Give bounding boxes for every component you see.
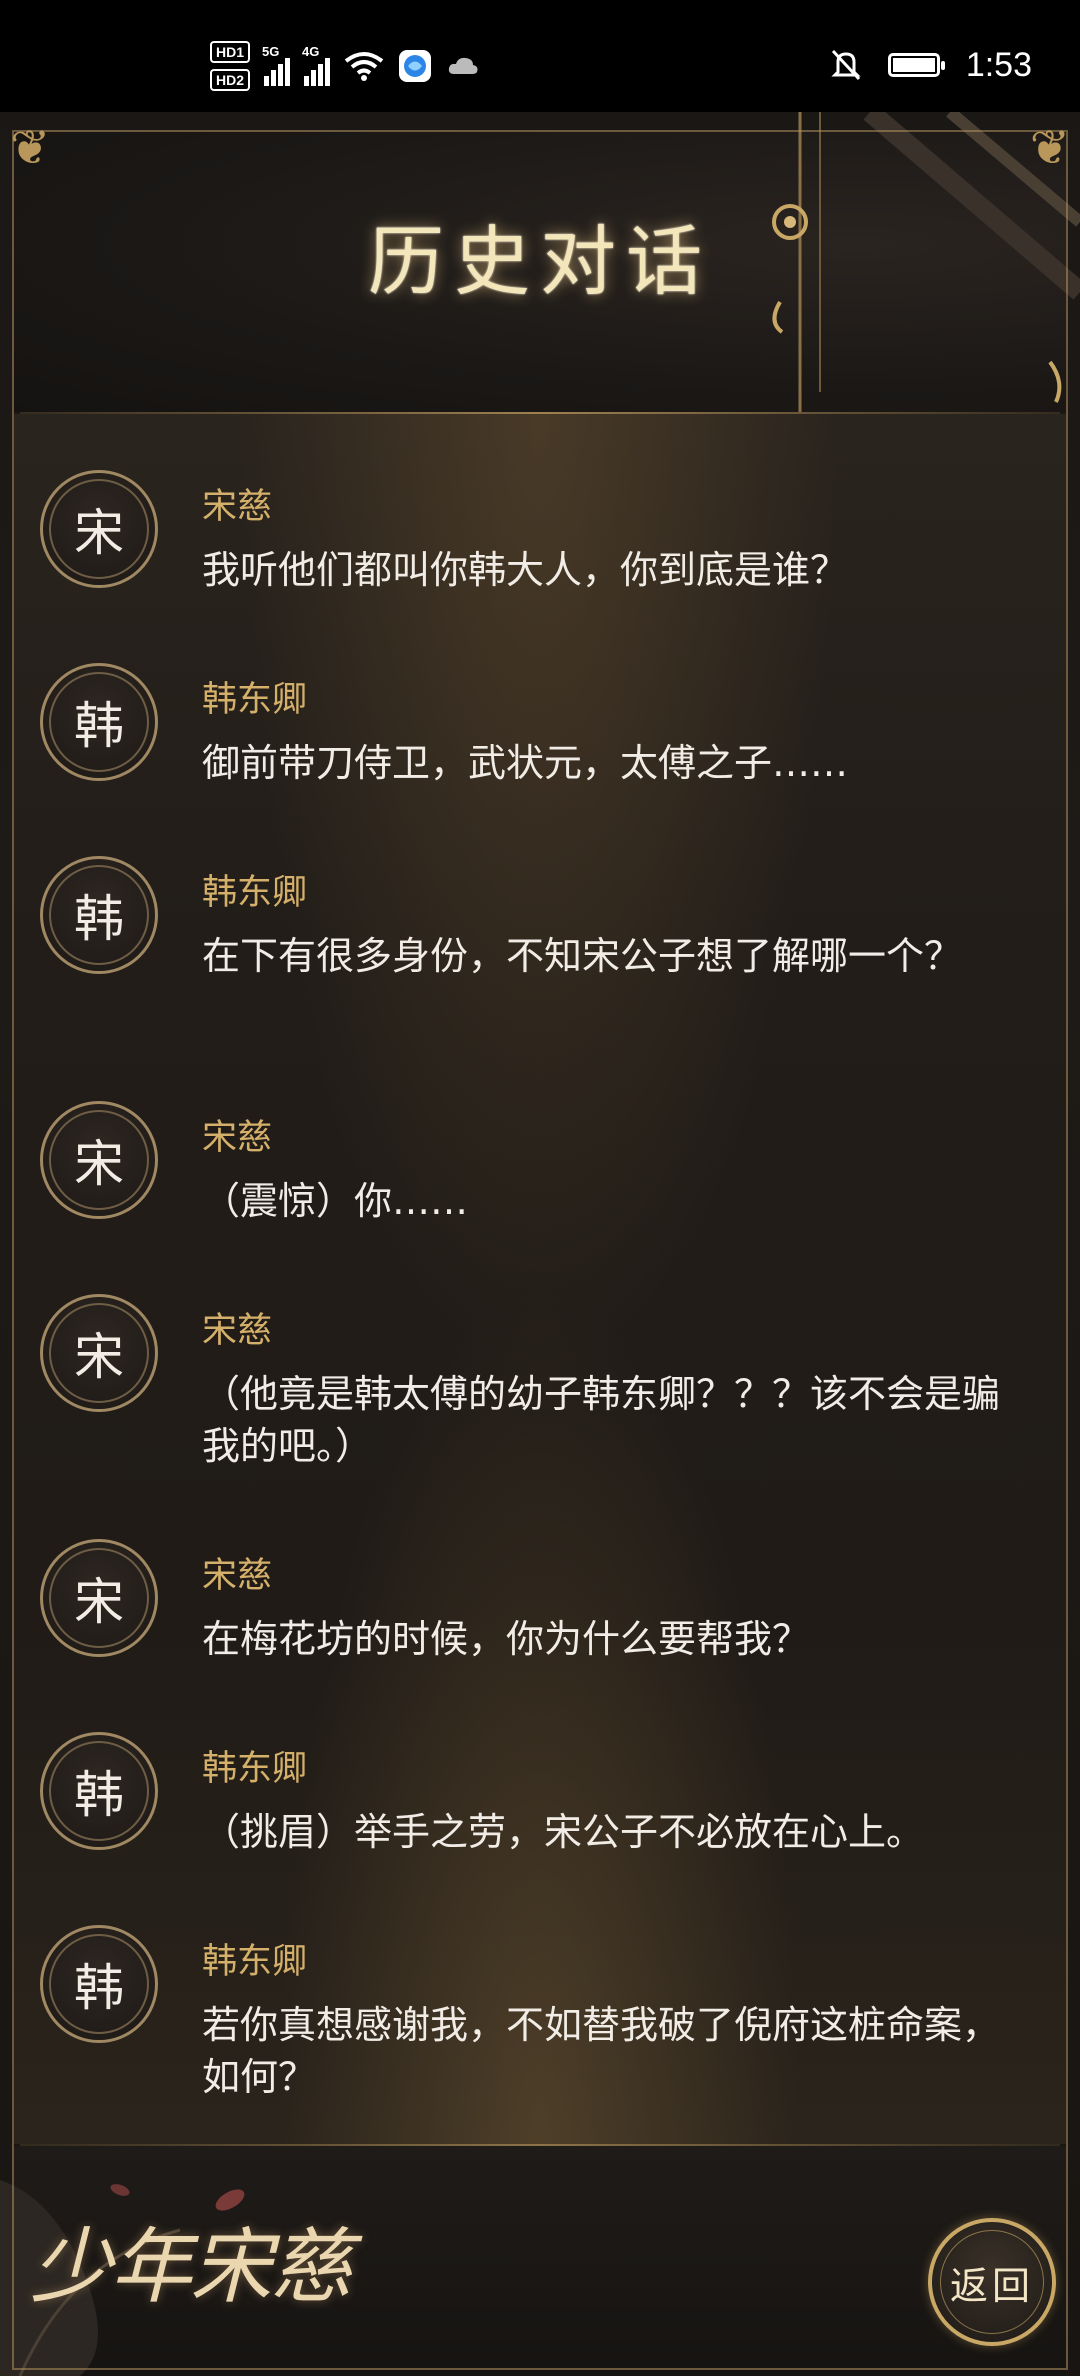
dialogue-list-background xyxy=(14,414,1066,2144)
speaker-name: 宋慈 xyxy=(202,1311,273,1351)
corner-ornament-icon: ❦ xyxy=(10,120,51,176)
speaker-avatar: 宋 xyxy=(40,1101,158,1219)
speaker-avatar: 韩 xyxy=(40,856,158,974)
speaker-name: 宋慈 xyxy=(202,487,273,527)
speaker-avatar: 韩 xyxy=(40,1732,158,1850)
browser-icon xyxy=(399,50,432,82)
history-dialogue-screen: HD1 HD2 5G 4G 1:53 历史对话 宋 宋慈 我听他们都叫你韩大人，… xyxy=(0,0,1080,2376)
speaker-name: 韩东卿 xyxy=(202,1942,308,1982)
status-time: 1:53 xyxy=(965,45,1032,84)
back-button-label: 返回 xyxy=(949,2263,1034,2308)
avatar-character: 宋 xyxy=(74,504,124,562)
dialogue-text: 御前带刀侍卫，武状元，太傅之子…… xyxy=(202,741,849,785)
signal-icon: 5G xyxy=(262,44,291,86)
dialogue-text: 若你真想感谢我，不如替我破了倪府这桩命案，如何？ xyxy=(202,2003,1001,2099)
speaker-name: 韩东卿 xyxy=(202,873,308,913)
dialogue-text: 在下有很多身份，不知宋公子想了解哪一个？ xyxy=(202,934,963,978)
dialogue-text: （震惊）你…… xyxy=(202,1179,469,1223)
cloud-icon xyxy=(448,57,478,74)
dialogue-text: （挑眉）举手之劳，宋公子不必放在心上。 xyxy=(202,1810,925,1854)
speaker-name: 宋慈 xyxy=(202,1118,273,1158)
avatar-character: 韩 xyxy=(74,1766,124,1824)
speaker-avatar: 宋 xyxy=(40,1539,158,1657)
page-title: 历史对话 xyxy=(368,217,712,306)
status-right: 1:53 xyxy=(830,40,1032,90)
network-4g-label: 4G xyxy=(302,44,320,59)
hd1-badge: HD1 xyxy=(210,41,251,63)
corner-ornament-icon: ❦ xyxy=(1029,120,1070,176)
avatar-character: 宋 xyxy=(74,1135,124,1193)
network-5g-label: 5G xyxy=(262,44,280,59)
avatar-character: 宋 xyxy=(74,1573,124,1631)
avatar-character: 宋 xyxy=(74,1328,124,1386)
speaker-name: 韩东卿 xyxy=(202,680,308,720)
speaker-avatar: 宋 xyxy=(40,470,158,588)
game-logo: 少年宋慈 xyxy=(30,2220,352,2315)
speaker-avatar: 韩 xyxy=(40,1925,158,2043)
dialogue-text: 我听他们都叫你韩大人，你到底是谁？ xyxy=(202,548,849,592)
dialogue-text: 在梅花坊的时候，你为什么要帮我？ xyxy=(202,1617,811,1661)
status-bar: HD1 HD2 5G 4G 1:53 xyxy=(0,0,1080,112)
speaker-avatar: 韩 xyxy=(40,663,158,781)
speaker-name: 韩东卿 xyxy=(202,1749,308,1789)
status-left: HD1 HD2 5G 4G xyxy=(210,36,480,96)
dialogue-text: （他竟是韩太傅的幼子韩东卿？？？该不会是骗我的吧。） xyxy=(202,1372,1001,1468)
avatar-character: 韩 xyxy=(74,1959,124,2017)
battery-icon xyxy=(887,53,945,77)
bell-off-icon xyxy=(831,49,861,81)
speaker-name: 宋慈 xyxy=(202,1556,273,1596)
speaker-avatar: 宋 xyxy=(40,1294,158,1412)
wifi-icon xyxy=(344,52,384,81)
avatar-character: 韩 xyxy=(74,890,124,948)
hd-icon: HD1 HD2 xyxy=(210,41,251,91)
back-button[interactable]: 返回 xyxy=(928,2218,1056,2346)
avatar-character: 韩 xyxy=(74,697,124,755)
signal-icon-2: 4G xyxy=(302,44,331,86)
hd2-badge: HD2 xyxy=(210,69,251,91)
